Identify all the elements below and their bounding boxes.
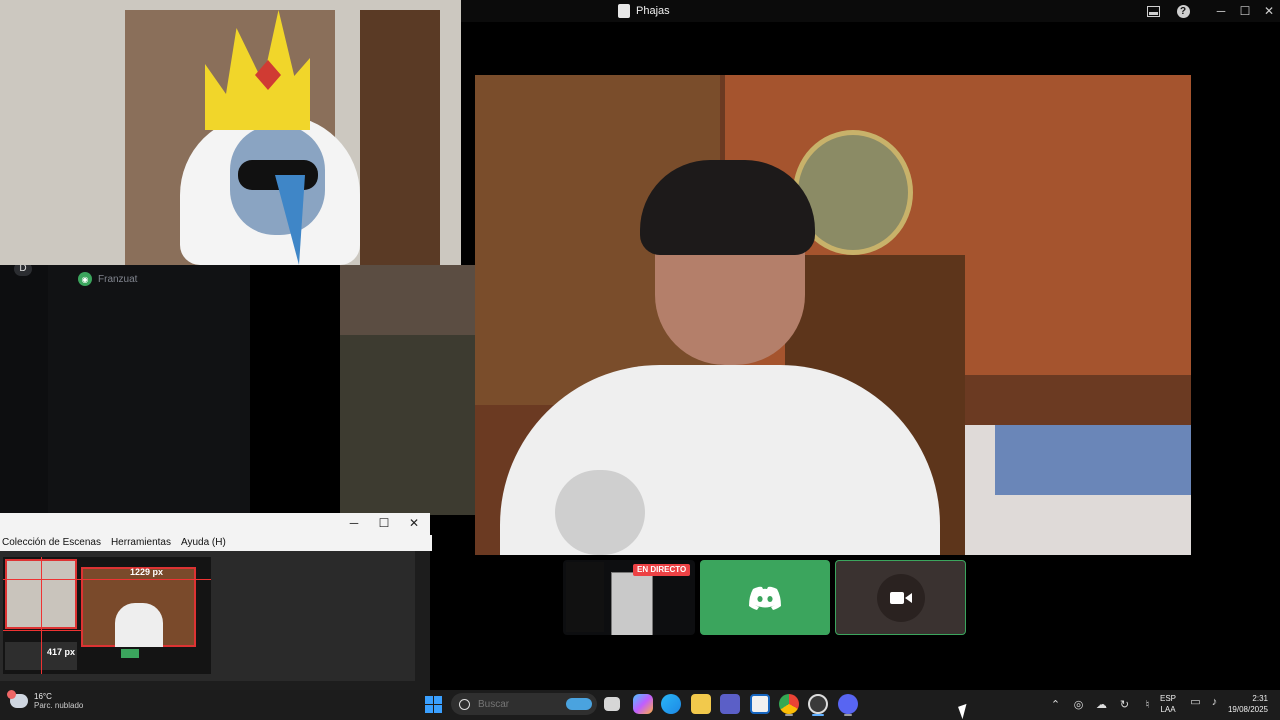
mini-sidebar (566, 562, 604, 632)
menu-scene-collection[interactable]: Colección de Escenas (2, 535, 101, 551)
close-button[interactable]: ✕ (1258, 2, 1280, 20)
system-tray: ⌃ ◎ ☁ ↻ ♮ (1050, 690, 1153, 720)
volume-icon[interactable]: ♪ (1209, 697, 1220, 708)
weather-temperature: 16°C (34, 692, 52, 701)
network-icon[interactable]: ▭ (1190, 697, 1201, 708)
search-icon (459, 698, 470, 710)
video-tile-main[interactable] (475, 75, 1191, 555)
blanket-shape (995, 425, 1191, 495)
running-indicator (844, 714, 852, 716)
obs-minimize-button[interactable]: ─ (342, 513, 366, 533)
onedrive-icon[interactable]: ☁ (1096, 699, 1107, 711)
member-name: Franzuat (98, 273, 138, 285)
video-tile-costume[interactable] (0, 0, 461, 265)
copilot-icon[interactable] (633, 694, 653, 714)
sync-icon[interactable]: ◎ (1073, 699, 1084, 711)
member-row[interactable]: ◉ Franzuat (78, 272, 137, 286)
clock-date: 19/08/2025 (1227, 705, 1268, 714)
status-icons: ▭ ♪ (1190, 697, 1220, 708)
weather-description: Parc. nublado (34, 701, 84, 710)
running-indicator (785, 714, 793, 716)
language-indicator[interactable]: ESP LAA (1160, 693, 1176, 715)
obs-icon[interactable] (808, 694, 828, 714)
maximize-button[interactable]: ☐ (1234, 2, 1256, 20)
guide-line-vertical (41, 557, 42, 674)
microphone-icon[interactable]: ♮ (1142, 699, 1153, 711)
help-icon[interactable]: ? (1172, 2, 1194, 20)
guide-line-horizontal-lower (3, 630, 81, 631)
discord-icon (749, 586, 781, 610)
language-code: ESP (1160, 694, 1177, 703)
teams-icon[interactable] (720, 694, 740, 714)
search-highlight-icon (566, 698, 592, 710)
minimize-button[interactable]: ─ (1210, 2, 1232, 20)
obs-close-button[interactable]: ✕ (402, 513, 426, 533)
microphone-shape (555, 470, 645, 555)
window-title-wrap: Phajas (618, 2, 670, 20)
inbox-icon[interactable] (1142, 2, 1164, 20)
update-icon[interactable]: ↻ (1119, 699, 1130, 711)
discord-icon: ◉ (78, 272, 92, 286)
mini-preview (611, 572, 653, 635)
source-person-shape (115, 603, 163, 647)
menu-tools[interactable]: Herramientas (111, 535, 171, 551)
edge-icon[interactable] (661, 694, 681, 714)
server-strip (0, 264, 48, 514)
file-explorer-icon[interactable] (691, 694, 711, 714)
task-view-icon[interactable] (604, 697, 620, 711)
clock[interactable]: 2:31 19/08/2025 (1222, 693, 1268, 715)
chrome-icon[interactable] (779, 694, 799, 714)
windows-start-icon[interactable] (425, 696, 442, 713)
running-indicator-active (812, 714, 824, 716)
panel-gap (250, 264, 340, 514)
tile-discord-user[interactable] (700, 560, 830, 635)
menu-help[interactable]: Ayuda (H) (181, 535, 226, 551)
dimension-height-label: 417 px (47, 647, 76, 657)
taskbar-search[interactable] (451, 693, 597, 715)
discord-taskbar-icon[interactable] (838, 694, 858, 714)
video-tile-room-strip (340, 265, 476, 515)
cloud-icon (7, 690, 28, 708)
guide-line-horizontal (3, 579, 211, 580)
app-icon (618, 4, 630, 18)
weather-widget[interactable]: 16°C Parc. nublado (7, 690, 84, 710)
dimension-width-label: 1229 px (130, 567, 164, 577)
window-title: Phajas (636, 5, 670, 17)
obs-menu-bar: Colección de Escenas Herramientas Ayuda … (0, 535, 432, 551)
video-camera-icon (876, 573, 925, 622)
clock-time: 2:31 (1252, 694, 1268, 703)
keyboard-layout: LAA (1160, 705, 1176, 714)
obs-preview-canvas[interactable] (3, 557, 211, 674)
chevron-up-icon[interactable]: ⌃ (1050, 699, 1061, 711)
tile-camera-user[interactable] (835, 560, 966, 635)
search-input[interactable] (476, 697, 560, 711)
doorframe-shape (360, 10, 440, 265)
clutter-shape (340, 335, 476, 515)
vscode-icon[interactable] (750, 694, 770, 714)
obs-maximize-button[interactable]: ☐ (372, 513, 396, 533)
live-badge: EN DIRECTO (633, 564, 691, 576)
source-green-shape (121, 649, 139, 658)
